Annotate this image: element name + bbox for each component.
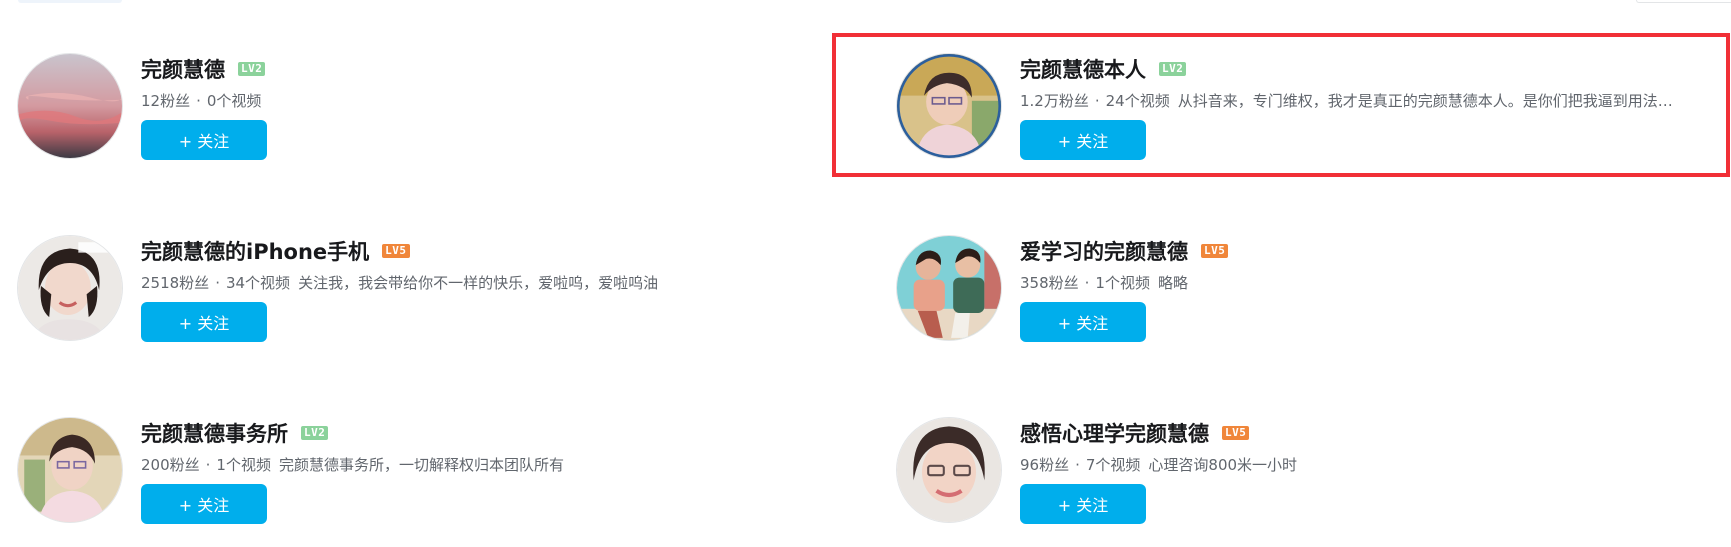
follower-count: 200粉丝 bbox=[141, 456, 200, 474]
user-card[interactable]: 感悟心理学完颜慧德 LV5 96粉丝 · 7个视频 心理咨询800米一小时 + 关注 bbox=[896, 417, 1731, 537]
avatar[interactable] bbox=[896, 417, 1002, 523]
avatar[interactable] bbox=[896, 53, 1002, 159]
follow-button[interactable]: + 关注 bbox=[141, 484, 267, 524]
follower-count: 12粉丝 bbox=[141, 92, 191, 110]
video-count: 0个视频 bbox=[206, 92, 262, 110]
user-name[interactable]: 爱学习的完颜慧德 bbox=[1020, 236, 1188, 266]
avatar[interactable] bbox=[896, 235, 1002, 341]
avatar[interactable] bbox=[17, 53, 123, 159]
level-badge: LV2 bbox=[301, 426, 329, 440]
level-badge: LV5 bbox=[382, 244, 410, 258]
user-name[interactable]: 完颜慧德 bbox=[141, 54, 225, 84]
follower-count: 2518粉丝 bbox=[141, 274, 210, 292]
user-stats: 200粉丝 · 1个视频 完颜慧德事务所，一切解释权归本团队所有 bbox=[141, 454, 871, 476]
level-badge: LV5 bbox=[1201, 244, 1229, 258]
follow-button[interactable]: + 关注 bbox=[1020, 120, 1146, 160]
video-count: 1个视频 bbox=[1095, 274, 1150, 292]
follow-button[interactable]: + 关注 bbox=[1020, 484, 1146, 524]
follower-count: 358粉丝 bbox=[1020, 274, 1079, 292]
user-stats: 12粉丝 · 0个视频 bbox=[141, 90, 871, 112]
user-stats: 1.2万粉丝 · 24个视频 从抖音来，专门维权，我才是真正的完颜慧德本人。是你们把我… bbox=[1020, 90, 1731, 112]
video-count: 7个视频 bbox=[1085, 456, 1141, 474]
user-name[interactable]: 感悟心理学完颜慧德 bbox=[1020, 418, 1209, 448]
stat-separator: · bbox=[1084, 274, 1090, 292]
follower-count: 96粉丝 bbox=[1020, 456, 1070, 474]
user-name[interactable]: 完颜慧德本人 bbox=[1020, 54, 1146, 84]
user-signature: 略略 bbox=[1157, 274, 1188, 292]
user-stats: 358粉丝 · 1个视频 略略 bbox=[1020, 272, 1731, 294]
avatar[interactable] bbox=[17, 235, 123, 341]
user-stats: 96粉丝 · 7个视频 心理咨询800米一小时 bbox=[1020, 454, 1731, 476]
avatar[interactable] bbox=[17, 417, 123, 523]
stat-separator: · bbox=[205, 456, 211, 474]
user-card[interactable]: 完颜慧德事务所 LV2 200粉丝 · 1个视频 完颜慧德事务所，一切解释权归本团队所… bbox=[17, 417, 877, 537]
video-count: 34个视频 bbox=[225, 274, 291, 292]
stat-separator: · bbox=[1075, 456, 1080, 474]
stat-separator: · bbox=[1094, 92, 1100, 110]
user-card[interactable]: 完颜慧德本人 LV2 1.2万粉丝 · 24个视频 从抖音来，专门维权，我才是真正的完… bbox=[896, 53, 1731, 173]
level-badge: LV5 bbox=[1222, 426, 1250, 440]
user-name[interactable]: 完颜慧德事务所 bbox=[141, 418, 288, 448]
stat-separator: · bbox=[215, 274, 220, 292]
user-signature: 心理咨询800米一小时 bbox=[1148, 456, 1298, 474]
user-signature: 从抖音来，专门维权，我才是真正的完颜慧德本人。是你们把我逼到用法… bbox=[1177, 92, 1673, 110]
follower-count: 1.2万粉丝 bbox=[1020, 92, 1089, 110]
user-stats: 2518粉丝 · 34个视频 关注我，我会带给你不一样的快乐，爱啦呜，爱啦呜油 bbox=[141, 272, 871, 294]
user-search-results: 完颜慧德 LV2 12粉丝 · 0个视频 + 关注 完颜慧德本人 LV2 1.2… bbox=[0, 0, 1731, 547]
follow-button[interactable]: + 关注 bbox=[141, 120, 267, 160]
top-left-partial-tab[interactable] bbox=[18, 0, 122, 3]
user-name[interactable]: 完颜慧德的iPhone手机 bbox=[141, 236, 369, 266]
video-count: 24个视频 bbox=[1105, 92, 1170, 110]
follow-button[interactable]: + 关注 bbox=[141, 302, 267, 342]
stat-separator: · bbox=[196, 92, 201, 110]
user-signature: 完颜慧德事务所，一切解释权归本团队所有 bbox=[278, 456, 564, 474]
video-count: 1个视频 bbox=[216, 456, 271, 474]
follow-button[interactable]: + 关注 bbox=[1020, 302, 1146, 342]
user-card[interactable]: 爱学习的完颜慧德 LV5 358粉丝 · 1个视频 略略 + 关注 bbox=[896, 235, 1731, 355]
user-card[interactable]: 完颜慧德 LV2 12粉丝 · 0个视频 + 关注 bbox=[17, 53, 877, 173]
user-signature: 关注我，我会带给你不一样的快乐，爱啦呜，爱啦呜油 bbox=[298, 274, 659, 292]
user-card[interactable]: 完颜慧德的iPhone手机 LV5 2518粉丝 · 34个视频 关注我，我会带给你不… bbox=[17, 235, 877, 355]
level-badge: LV2 bbox=[1159, 62, 1187, 76]
level-badge: LV2 bbox=[238, 62, 266, 76]
top-right-partial-control[interactable] bbox=[1636, 0, 1731, 3]
